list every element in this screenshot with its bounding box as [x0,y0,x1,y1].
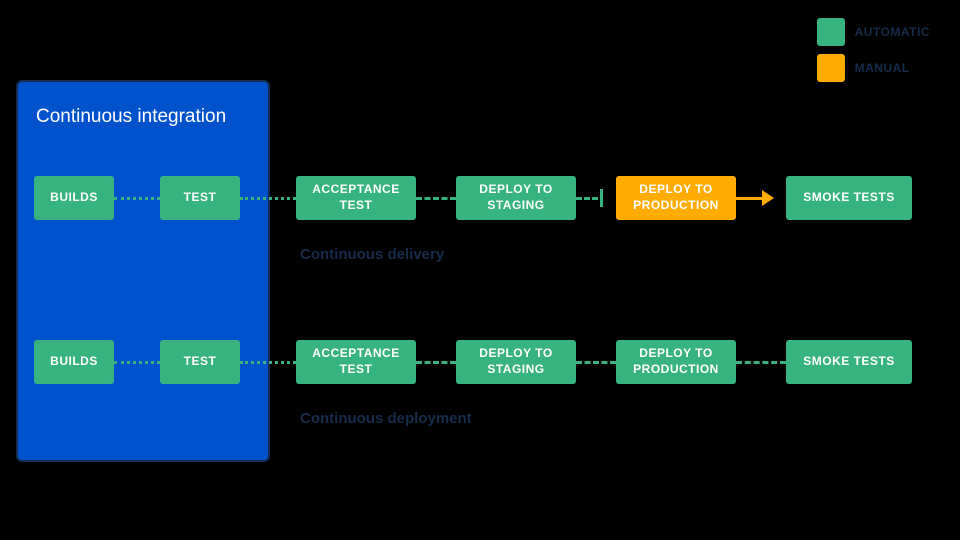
connector [736,197,764,200]
step-test-row1: TEST [160,176,240,220]
legend-swatch-manual [817,54,845,82]
step-acceptance-row2: ACCEPTANCE TEST [296,340,416,384]
connector [576,197,598,200]
step-builds-row1: BUILDS [34,176,114,220]
step-smoke-row1: SMOKE TESTS [786,176,912,220]
connector [240,197,296,200]
step-production-row1: DEPLOY TO PRODUCTION [616,176,736,220]
caption-delivery: Continuous delivery [300,246,444,263]
legend-label-manual: MANUAL [855,61,910,75]
step-acceptance-row1: ACCEPTANCE TEST [296,176,416,220]
connector [576,361,616,364]
arrow-head-icon [762,190,774,206]
step-smoke-row2: SMOKE TESTS [786,340,912,384]
connector [416,361,456,364]
ci-panel-title: Continuous integration [36,106,226,127]
connector [114,361,160,364]
connector [114,197,160,200]
step-builds-row2: BUILDS [34,340,114,384]
legend-label-automatic: AUTOMATIC [855,25,930,39]
caption-deployment: Continuous deployment [300,410,472,427]
gate-tick-icon [600,189,603,207]
connector [416,197,456,200]
ci-panel: Continuous integration [16,80,270,462]
step-staging-row1: DEPLOY TO STAGING [456,176,576,220]
legend-swatch-automatic [817,18,845,46]
legend-manual: MANUAL [817,54,930,82]
connector [736,361,786,364]
diagram-stage: AUTOMATIC MANUAL Continuous integration … [0,0,960,540]
legend-automatic: AUTOMATIC [817,18,930,46]
step-production-row2: DEPLOY TO PRODUCTION [616,340,736,384]
step-test-row2: TEST [160,340,240,384]
connector [240,361,296,364]
legend: AUTOMATIC MANUAL [817,18,930,82]
step-staging-row2: DEPLOY TO STAGING [456,340,576,384]
